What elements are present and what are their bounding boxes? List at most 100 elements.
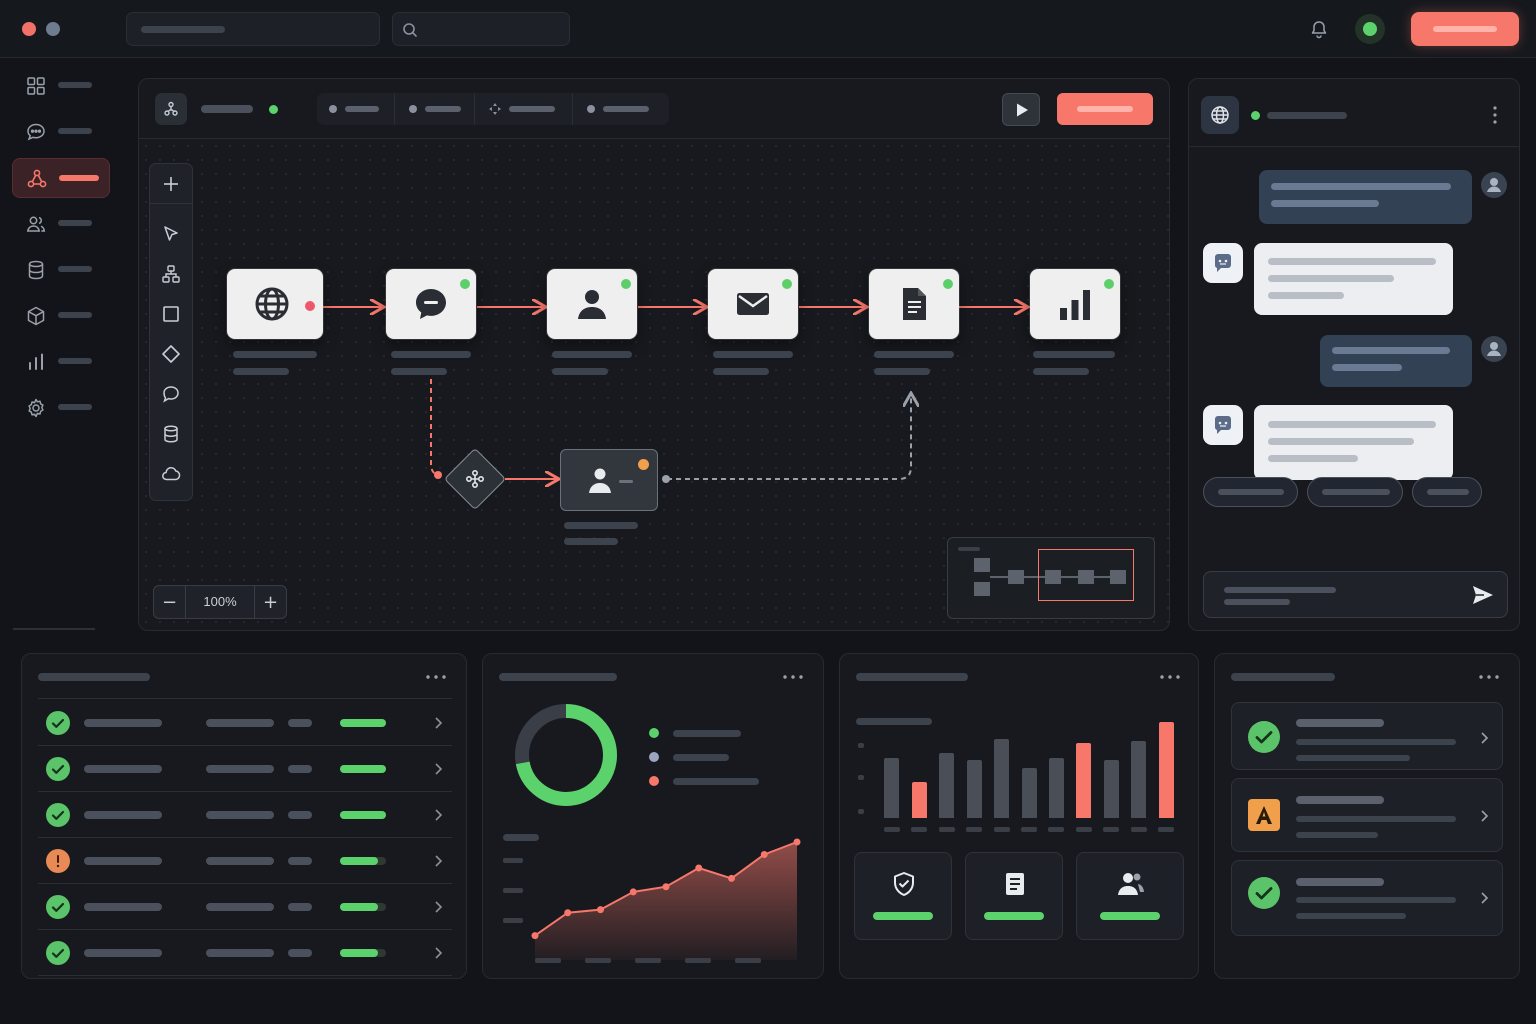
chevron-right-icon [1481,892,1489,904]
trend-point [564,909,572,917]
search-input[interactable] [392,12,570,46]
chevron-right-icon [435,717,443,729]
diamond-icon [162,345,180,363]
task-owner [206,765,274,773]
flow-node-analytics[interactable] [1030,269,1120,339]
sidebar-item-label [58,128,92,134]
table-row[interactable] [38,700,452,746]
stat-tile-team[interactable] [1076,852,1184,940]
primary-action-button[interactable] [1411,12,1519,46]
tool-palette [149,163,193,501]
bar-chart [878,722,1180,818]
rectangle-tool[interactable] [150,294,192,334]
x-axis-tick [1048,827,1065,832]
more-horizontal-icon[interactable] [424,670,448,684]
bar [939,752,955,818]
group-tool[interactable] [150,254,192,294]
sidebar-item-packages[interactable] [12,296,110,336]
flow-node-document[interactable] [869,269,959,339]
y-axis-tick [503,888,523,893]
sidebar-item-label [58,220,92,226]
chevron-right-icon [435,763,443,775]
table-row[interactable] [38,930,452,976]
minimap[interactable] [947,537,1155,619]
sidebar-item-settings[interactable] [12,388,110,428]
data-tool[interactable] [150,414,192,454]
add-node-tool[interactable] [150,164,192,204]
more-horizontal-icon[interactable] [781,670,805,684]
chat-input[interactable] [1203,571,1508,618]
progress-bar [340,903,386,911]
grid-icon [27,77,45,95]
assistant-avatar[interactable] [1201,96,1239,134]
table-row[interactable] [38,746,452,792]
branch-icon [465,469,485,489]
flow-node-message[interactable] [386,269,476,339]
table-row[interactable] [38,792,452,838]
table-row[interactable] [38,884,452,930]
assistant-header [1189,79,1519,147]
zoom-out-button[interactable]: − [154,586,186,618]
alert-item[interactable] [1231,860,1503,936]
shield-check-icon [894,872,914,896]
sidebar-item-analytics[interactable] [12,342,110,382]
window-minimize-dot[interactable] [46,22,60,36]
more-horizontal-icon[interactable] [1158,670,1182,684]
users-icon [26,216,46,232]
legend-label [673,730,741,737]
node-status-dot [782,279,792,289]
flow-node-approval[interactable] [560,449,658,511]
stat-tile-security[interactable] [854,852,952,940]
flow-node-email[interactable] [708,269,798,339]
progress-bar [340,765,386,773]
suggestion-chip[interactable] [1203,477,1298,507]
bar [966,760,982,818]
sidebar-item-label [58,358,92,364]
bar [1048,758,1064,818]
workspace-selector[interactable] [126,12,380,46]
suggestion-chip[interactable] [1307,477,1403,507]
task-owner [206,949,274,957]
bar [1103,760,1119,818]
bot-chat-icon [1214,254,1231,272]
globe-icon [1211,106,1229,124]
bell-icon[interactable] [1309,19,1329,39]
decision-tool[interactable] [150,334,192,374]
bot-chat-icon [1214,416,1231,434]
task-tag [288,857,312,865]
sidebar-item-label [58,312,92,318]
flow-node-web-trigger[interactable] [227,269,323,339]
pointer-icon [164,226,178,241]
sidebar-item-database[interactable] [12,250,110,290]
workspace-label [141,26,225,33]
cloud-tool[interactable] [150,454,192,494]
more-horizontal-icon[interactable] [1477,670,1501,684]
window-close-dot[interactable] [22,22,36,36]
stat-tile-reports[interactable] [965,852,1063,940]
sidebar-item-workflows[interactable] [12,158,110,198]
x-axis-tick [883,827,900,832]
sidebar-item-messages[interactable] [12,112,110,152]
trend-point [695,864,703,872]
minimap-viewport[interactable] [1038,549,1134,601]
send-icon[interactable] [1472,585,1494,605]
database-icon [164,425,178,443]
task-tag [288,811,312,819]
alert-item[interactable] [1231,702,1503,770]
comment-tool[interactable] [150,374,192,414]
check-icon [46,757,70,781]
status-indicator[interactable] [1355,14,1385,44]
sidebar-item-dashboard[interactable] [12,66,110,106]
task-name [84,811,162,819]
user-icon [578,290,606,319]
table-row[interactable] [38,838,452,884]
check-icon [46,711,70,735]
suggestion-chip[interactable] [1412,477,1482,507]
flow-node-user[interactable] [547,269,637,339]
cloud-icon [162,467,181,481]
alert-item[interactable] [1231,778,1503,852]
sidebar-item-users[interactable] [12,204,110,244]
zoom-in-button[interactable]: + [254,586,286,618]
more-vertical-icon[interactable] [1487,105,1503,125]
select-tool[interactable] [150,214,192,254]
